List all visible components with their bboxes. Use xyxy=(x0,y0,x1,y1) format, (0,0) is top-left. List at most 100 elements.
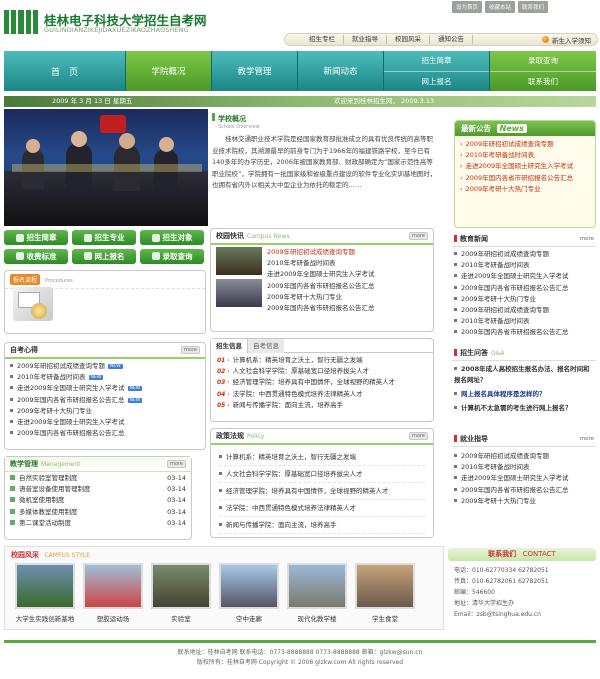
career-more[interactable]: more xyxy=(580,436,594,442)
subnav-enrollment[interactable]: 招生专栏 xyxy=(301,35,344,44)
nav-query[interactable]: 录取查询 xyxy=(490,51,596,72)
list-item[interactable]: 2010年考研备战时间表 xyxy=(454,316,594,327)
gallery-item[interactable]: 塑胶运动场 xyxy=(83,563,143,623)
gallery-image[interactable] xyxy=(219,563,279,609)
doc-icon xyxy=(10,508,15,514)
list-item[interactable]: 新闻与传播学院：面向主流，培养高手 xyxy=(219,517,425,534)
campus-news-thumb-2[interactable] xyxy=(216,279,262,307)
quick-query-button[interactable]: 录取查询 xyxy=(140,248,204,264)
campus-news-more[interactable]: more xyxy=(409,232,428,240)
nav-contact[interactable]: 联系我们 xyxy=(490,72,596,92)
gallery-item[interactable]: 实验室 xyxy=(151,563,211,623)
list-item[interactable]: 走进2009年全国硕士研究生入学考试 NEW xyxy=(10,383,200,394)
list-item[interactable]: 走进2009年全国硕士研究生入学考试 xyxy=(454,271,594,282)
set-homepage-link[interactable]: 设为首页 xyxy=(452,1,483,13)
list-item[interactable]: 走进2009年全国硕士研究生入学考试 xyxy=(267,269,431,280)
gallery-image[interactable] xyxy=(355,563,415,609)
table-row[interactable]: 第二课堂活动制度 03-14 xyxy=(10,518,186,529)
freshman-guide-link[interactable]: 新生入学须知 xyxy=(542,35,591,45)
edu-news-more[interactable]: more xyxy=(580,236,594,242)
nav-guide[interactable]: 招生简章 xyxy=(384,51,489,72)
list-item[interactable]: 04 › 法学院：中西贯通特色模式培养法律精英人才 xyxy=(217,389,427,400)
bookmark-link[interactable]: 收藏本站 xyxy=(485,1,516,13)
gallery-image[interactable] xyxy=(83,563,143,609)
table-row[interactable]: 自然实验室管理制度 03-14 xyxy=(10,473,186,484)
list-item[interactable]: 2009年考研十大热门专业 xyxy=(10,406,200,417)
qa-item[interactable]: 计算机不太急需的考生进行网上报名？ xyxy=(454,403,594,414)
list-item[interactable]: 经济管理学院：培养具有中国情怀，全球视野的精英人才 xyxy=(219,483,425,500)
list-item[interactable]: 05 › 新闻与传播学院：面向主流，培养高手 xyxy=(217,400,427,411)
gallery-image[interactable] xyxy=(15,563,75,609)
gallery-item[interactable]: 现代化教学楼 xyxy=(287,563,347,623)
table-row[interactable]: 语音室设备使用管理制度 03-14 xyxy=(10,484,186,495)
quick-guide-button[interactable]: 招生简章 xyxy=(4,230,68,245)
list-item[interactable]: 走进2009年全国硕士研究生入学考试 xyxy=(10,417,200,428)
nav-home[interactable]: 首 页 xyxy=(4,51,126,91)
list-item[interactable]: 03 › 经济管理学院：培养具有中国情怀，全球视野的精英人才 xyxy=(217,377,427,388)
quick-apply-button[interactable]: 网上报名 xyxy=(72,248,136,264)
gallery-image[interactable] xyxy=(151,563,211,609)
qa-item[interactable]: 2008年成人高校招生报名办法、报名时间和报名网址？ xyxy=(454,364,594,386)
school-overview-text: 桂林交通职业技术学院是经国家教育部批准成立的具有优良传统的高等职业技术院校，其溯… xyxy=(212,135,437,189)
policy-more[interactable]: more xyxy=(409,432,428,440)
qa-item[interactable]: 网上报名具体程序是怎样的？ xyxy=(454,389,594,400)
list-item[interactable]: 2009年考研十大热门专业 xyxy=(454,496,594,507)
table-row[interactable]: 多媒体教室使用制度 03-14 xyxy=(10,507,186,518)
quick-target-button[interactable]: 招生对象 xyxy=(140,230,204,245)
list-item[interactable]: 法学院：中西贯通特色模式培养法律精英人才 xyxy=(219,500,425,517)
list-item[interactable]: › 2009年研招初试成绩查询专题 xyxy=(460,139,590,150)
list-item[interactable]: 2009年研招初试成绩查询专题 xyxy=(454,305,594,316)
list-item[interactable]: 2009年研招初试成绩查询专题 NEW xyxy=(10,361,200,372)
quick-major-button[interactable]: 招生专业 xyxy=(72,230,136,245)
nav-teaching[interactable]: 教学管理 xyxy=(212,51,298,91)
nav-about[interactable]: 学院概况 xyxy=(126,51,212,91)
list-item[interactable]: 2009年研招初试成绩查询专题 xyxy=(454,249,594,260)
teaching-more[interactable]: more xyxy=(167,460,186,468)
list-item[interactable]: 2009年国内各省市研招报名公告汇总 xyxy=(10,428,200,439)
subnav-notice[interactable]: 通知公告 xyxy=(430,35,473,44)
list-item[interactable]: 走进2009年全国硕士研究生入学考试 xyxy=(454,473,594,484)
tab-enroll-info[interactable]: 招生信息 xyxy=(211,338,248,353)
list-item[interactable]: › 走进2009年全国硕士研究生入学考试 xyxy=(460,161,590,172)
list-item[interactable]: 2010年考研备战时间表 xyxy=(454,260,594,271)
list-item[interactable]: 2010年考研备战时间表 xyxy=(267,258,431,269)
list-item[interactable]: 2009年国内各省市研招报名公告汇总 NEW xyxy=(10,395,200,406)
gallery-item[interactable]: 学生食堂 xyxy=(355,563,415,623)
list-item-label: 2009年考研十大热门专业 xyxy=(17,406,93,415)
gallery-item[interactable]: 大学生实践创新基地 xyxy=(15,563,75,623)
arrow-icon: › xyxy=(225,367,230,376)
list-item[interactable]: 2009年考研十大热门专业 xyxy=(267,292,431,303)
subnav-campus[interactable]: 校园风采 xyxy=(387,35,430,44)
nav-news[interactable]: 新闻动态 xyxy=(298,51,384,91)
subnav-career[interactable]: 就业指导 xyxy=(344,35,387,44)
list-item[interactable]: 2010年考研备战时间表 xyxy=(454,462,594,473)
list-item[interactable]: 2009年国内各省市研招报名公告汇总 xyxy=(267,303,431,314)
list-item[interactable]: 2009年考研十大热门专业 xyxy=(454,294,594,305)
list-item[interactable]: 2009年研招初试成绩查询专题 xyxy=(267,247,431,258)
list-item[interactable]: › 2009年国内各省市研招报名公告汇总 xyxy=(460,173,590,184)
list-item[interactable]: › 2010年考研备战时间表 xyxy=(460,150,590,161)
table-row[interactable]: 微机室使用制度 03-14 xyxy=(10,495,186,506)
list-item[interactable]: › 2009年考研十大热门专业 xyxy=(460,184,590,195)
list-item[interactable]: 人文社会科学学院：厚基础宽口径培养拔尖人才 xyxy=(219,466,425,483)
gallery-image[interactable] xyxy=(287,563,347,609)
list-item[interactable]: 02 › 人文社会科学学院：厚基础宽口径培养拔尖人才 xyxy=(217,366,427,377)
list-item[interactable]: 2009年国内各省市研招报名公告汇总 xyxy=(454,283,594,294)
self-study-more[interactable]: more xyxy=(181,346,200,354)
list-item[interactable]: 2009年研招初试成绩查询专题 xyxy=(454,451,594,462)
list-item[interactable]: 2009年国内各省市研招报名公告汇总 xyxy=(454,327,594,338)
contact-link[interactable]: 联系我们 xyxy=(518,1,549,13)
list-item[interactable]: 2009年国内各省市研招报名公告汇总 xyxy=(267,281,431,292)
contact-box: 联系我们 CONTACT 电话：010-62770334 62782051 传真：… xyxy=(448,548,596,630)
quick-fee-button[interactable]: 收费标准 xyxy=(4,248,68,264)
nav-apply[interactable]: 网上报名 xyxy=(384,72,489,92)
list-item-label: 2009年国内各省市研招报名公告汇总 xyxy=(17,429,125,438)
list-item[interactable]: 计算机系：精英培育之沃土，智行无疆之发端 xyxy=(219,449,425,466)
campus-news-thumb-1[interactable] xyxy=(216,247,262,275)
list-item[interactable]: 01 › 计算机系：精英培育之沃土，智行无疆之发端 xyxy=(217,355,427,366)
tab-self-study-info[interactable]: 自考信息 xyxy=(248,338,284,353)
list-item-label: 法学院：中西贯通特色模式培养法律精英人才 xyxy=(232,389,363,398)
list-item[interactable]: 2009年国内各省市研招报名公告汇总 xyxy=(454,485,594,496)
list-item[interactable]: 2010年考研备战时间表 NEW xyxy=(10,372,200,383)
gallery-item[interactable]: 空中走廊 xyxy=(219,563,279,623)
